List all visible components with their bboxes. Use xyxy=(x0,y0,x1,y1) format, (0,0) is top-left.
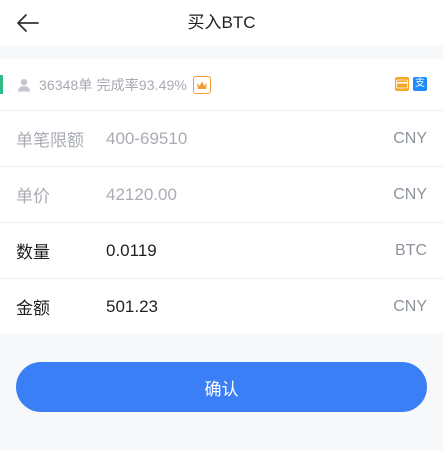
payment-methods: 支 xyxy=(395,77,427,91)
crown-icon xyxy=(192,75,211,94)
quantity-label: 数量 xyxy=(16,243,50,262)
alipay-icon: 支 xyxy=(413,77,427,91)
amount-unit: CNY xyxy=(393,297,427,315)
limit-label: 单笔限额 xyxy=(16,131,84,150)
amount-label: 金额 xyxy=(16,299,50,318)
top-bar: 买入BTC xyxy=(0,0,443,46)
bank-card-icon xyxy=(395,77,409,91)
amount-row[interactable]: 金额 501.23 CNY xyxy=(0,279,443,334)
quantity-unit: BTC xyxy=(395,241,427,259)
order-card: 36348单 完成率93.49% 支 单笔限额 400-69510 CNY 单价… xyxy=(0,59,443,334)
quantity-input[interactable]: 0.0119 xyxy=(106,241,157,261)
limit-row: 单笔限额 400-69510 CNY xyxy=(0,111,443,167)
confirm-button[interactable]: 确认 xyxy=(16,362,427,412)
merchant-info[interactable]: 36348单 完成率93.49% 支 xyxy=(0,59,443,111)
section-gap xyxy=(0,46,443,59)
action-area: 确认 xyxy=(0,334,443,412)
price-label: 单价 xyxy=(16,187,50,206)
page-title: 买入BTC xyxy=(187,13,256,32)
merchant-stats: 36348单 完成率93.49% xyxy=(39,76,187,93)
price-row: 单价 42120.00 CNY xyxy=(0,167,443,223)
amount-input[interactable]: 501.23 xyxy=(106,297,158,317)
limit-unit: CNY xyxy=(393,129,427,147)
quantity-row[interactable]: 数量 0.0119 BTC xyxy=(0,223,443,279)
user-icon xyxy=(16,77,32,93)
limit-value: 400-69510 xyxy=(106,128,188,148)
price-unit: CNY xyxy=(393,185,427,203)
merchant-accent-bar xyxy=(0,75,3,94)
price-value: 42120.00 xyxy=(106,184,177,204)
